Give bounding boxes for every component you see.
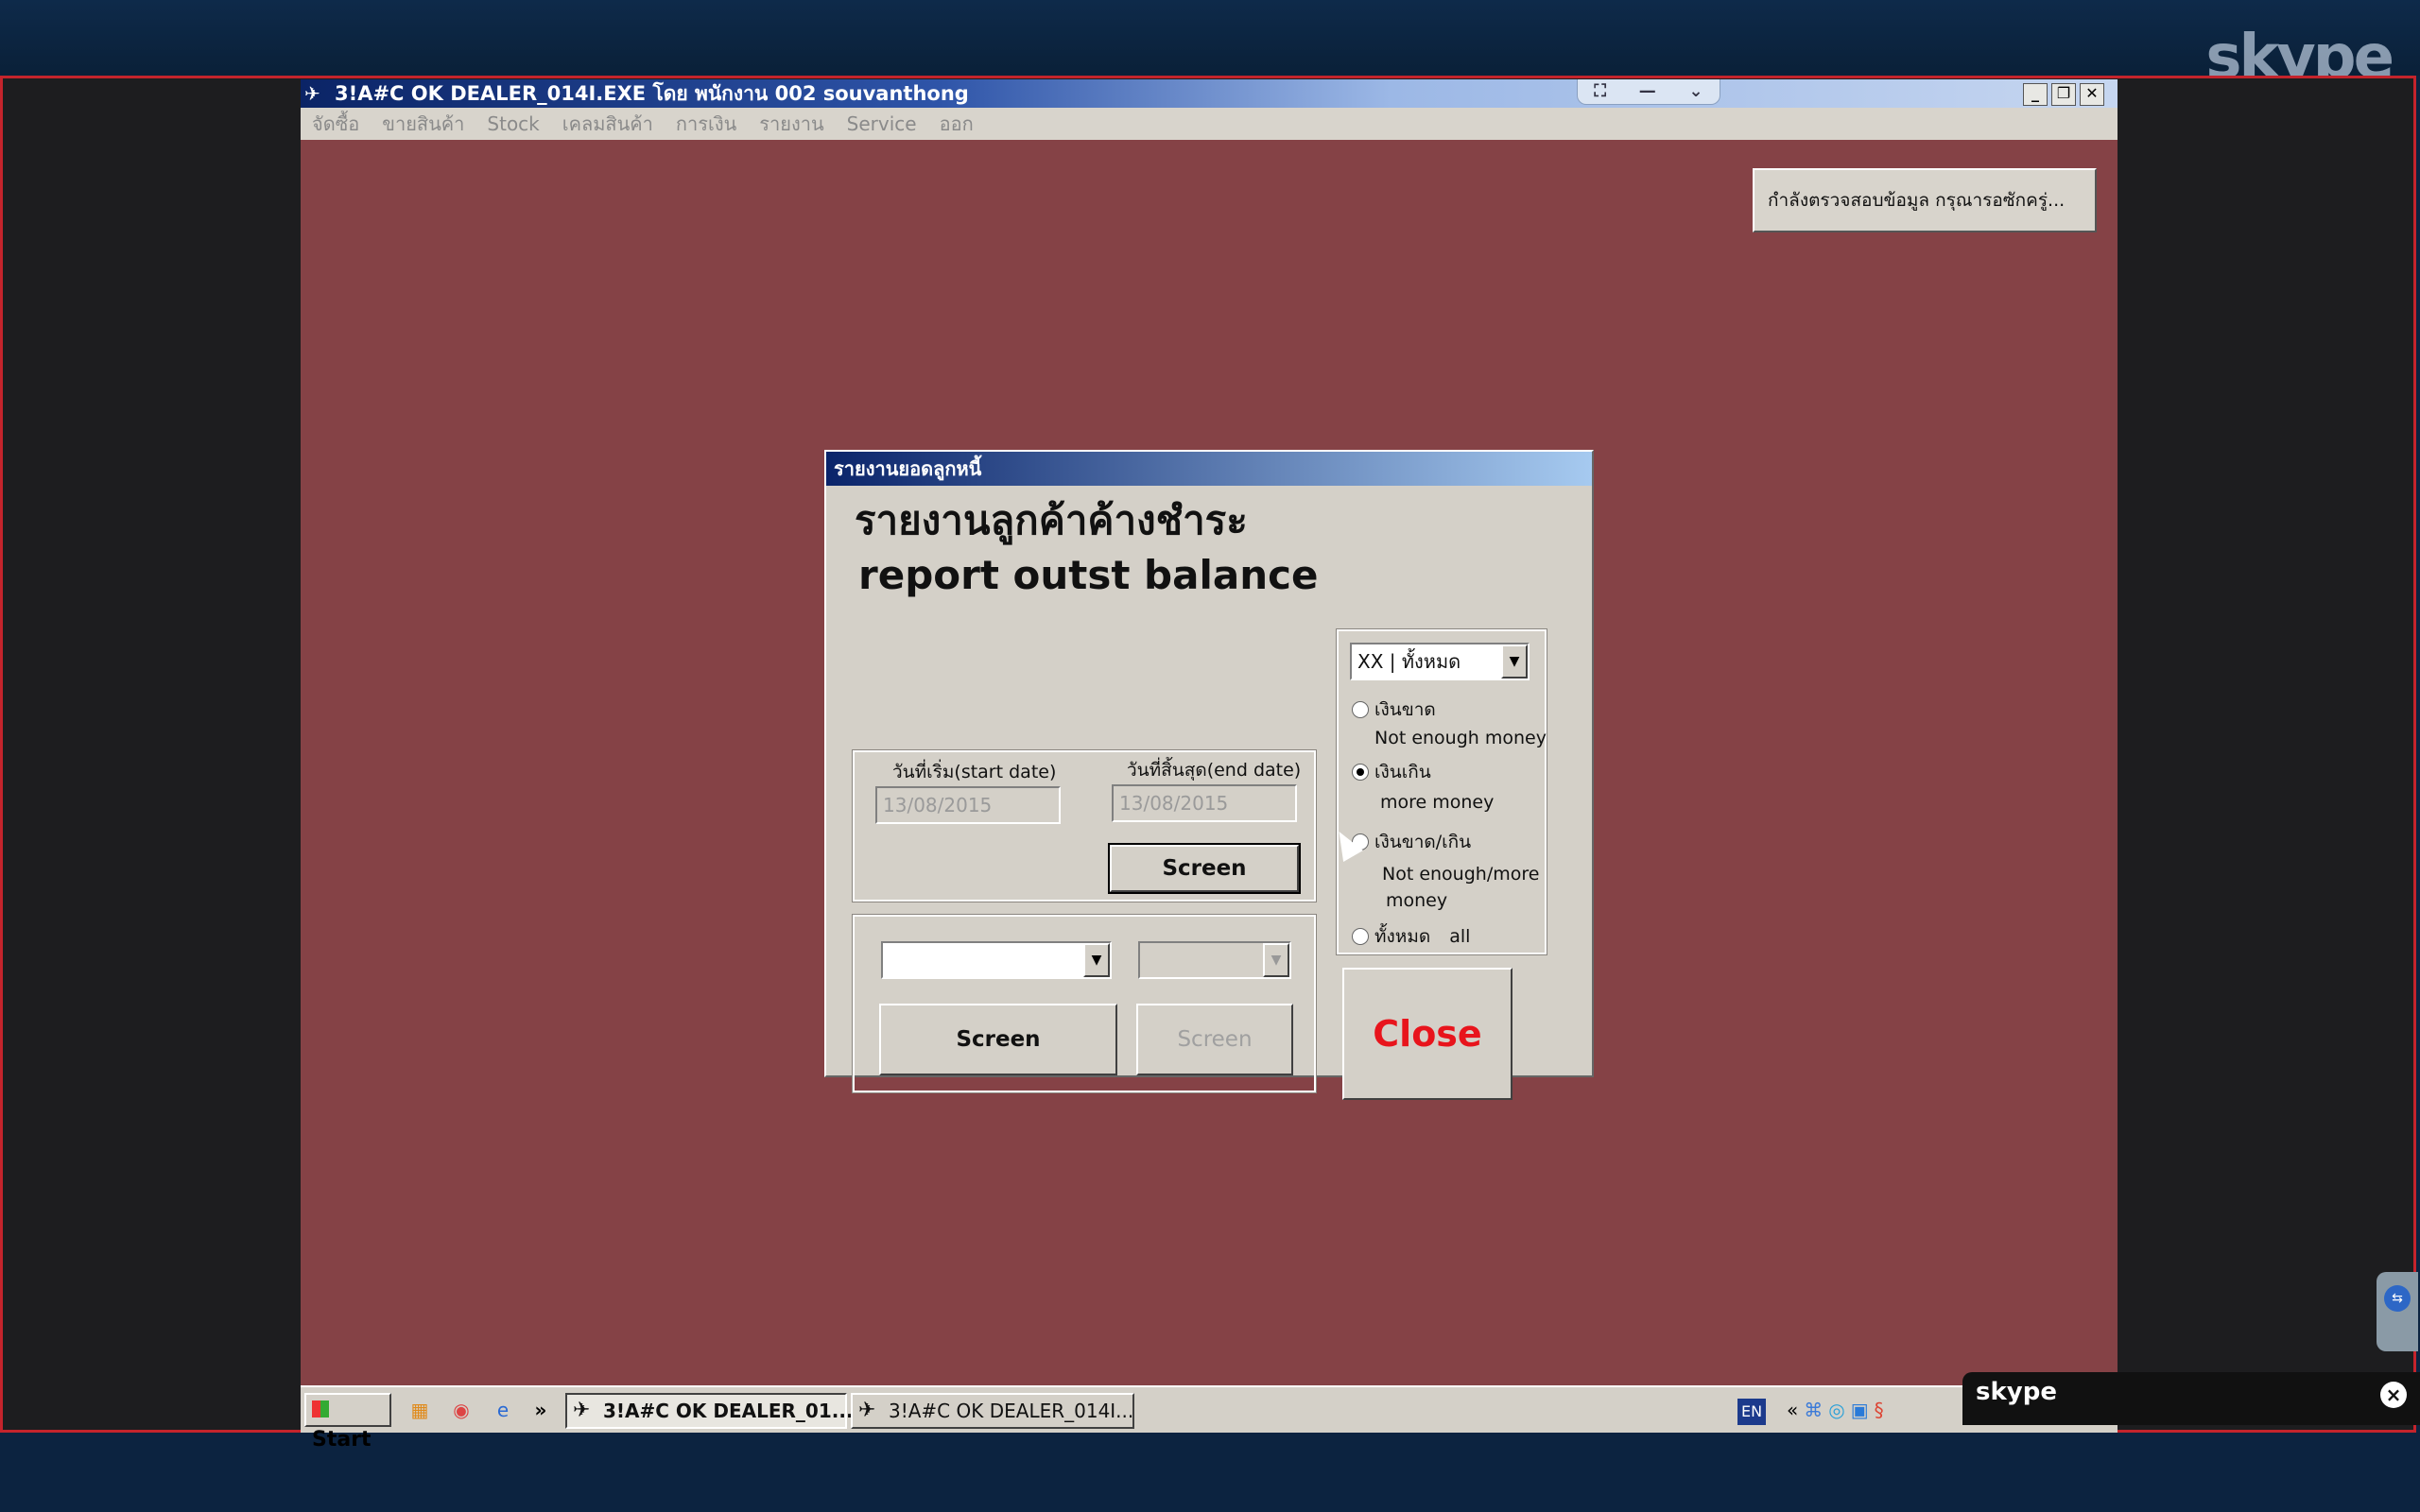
screen-button-2[interactable]: Screen (1136, 1004, 1293, 1075)
app-bird-icon: ✈ (304, 82, 320, 105)
status-message: กำลังตรวจสอบข้อมูล กรุณารอซักครู่... (1753, 168, 2097, 232)
menu-item-purchase[interactable]: จัดซื้อ (312, 109, 359, 139)
skype-mini-bar: skype × (1962, 1372, 2420, 1425)
system-tray: « ⌘ ◎ ▣ § (1787, 1397, 1884, 1423)
window-controls: _ ❐ ✕ (2023, 83, 2104, 106)
chevron-down-icon[interactable]: ⌄ (1689, 77, 1703, 106)
app-bird-icon: ✈ (858, 1399, 876, 1422)
window-title: 3!A#C OK DEALER_014I.EXE โดย พนักงาน 002… (335, 82, 969, 105)
teamviewer-toolbar: ⛶ — ⌄ (1577, 79, 1720, 105)
remote-desktop: ✈ 3!A#C OK DEALER_014I.EXE โดย พนักงาน 0… (301, 79, 2418, 1433)
radio-label-en: all (1449, 926, 1471, 947)
chevron-down-icon[interactable]: ▼ (1083, 943, 1110, 977)
tray-teamviewer-icon[interactable]: ◎ (1828, 1397, 1844, 1423)
start-date-label: วันที่เริ่ม(start date) (892, 762, 1057, 782)
radio-label-en-2: money (1386, 890, 1448, 911)
radio-more-money[interactable]: เงินเกิน (1352, 758, 1431, 786)
close-icon[interactable]: × (2380, 1382, 2407, 1408)
menu-bar: จัดซื้อ ขายสินค้า Stock เคลมสินค้า การเง… (301, 108, 2118, 140)
menu-item-finance[interactable]: การเงิน (676, 109, 736, 139)
screen-button-1[interactable]: Screen (879, 1004, 1117, 1075)
close-window-button[interactable]: ✕ (2080, 83, 2104, 106)
radio-label-en: Not enough money (1374, 728, 1547, 748)
radio-label-en: Not enough/more (1382, 864, 1540, 885)
report-dialog: รายงานยอดลูกหนี้ รายงานลูกค้าค้างชำระ re… (824, 450, 1594, 1100)
minimize-button[interactable]: _ (2023, 83, 2048, 106)
teamviewer-icon[interactable]: ⇆ (2384, 1285, 2411, 1312)
language-indicator[interactable]: EN (1737, 1399, 1766, 1425)
taskbar-item-dealer-2[interactable]: ✈ 3!A#C OK DEALER_014I... (851, 1393, 1134, 1429)
tray-network-icon[interactable]: ⌘ (1804, 1397, 1823, 1423)
dialog-title: รายงานยอดลูกหนี้ (826, 452, 1592, 486)
heading-thai: รายงานลูกค้าค้างชำระ (855, 497, 1248, 543)
radio-label-th: เงินขาด/เกิน (1374, 832, 1472, 852)
close-button[interactable]: Close (1342, 968, 1512, 1100)
tray-monitor-icon[interactable]: ▣ (1851, 1397, 1869, 1423)
radio-circle[interactable] (1352, 928, 1369, 945)
tray-overflow[interactable]: « (1787, 1397, 1798, 1423)
filter-combo[interactable]: XX | ทั้งหมด ▼ (1350, 643, 1530, 680)
menu-item-exit[interactable]: ออก (940, 109, 974, 139)
taskbar-item-dealer-1[interactable]: ✈ 3!A#C OK DEALER_01... (565, 1393, 854, 1429)
start-label: Start (312, 1428, 372, 1452)
app-title-bar: ✈ 3!A#C OK DEALER_014I.EXE โดย พนักงาน 0… (301, 79, 2118, 108)
menu-item-stock[interactable]: Stock (487, 112, 539, 135)
skype-logo: skype (1976, 1378, 2057, 1406)
minimize-icon[interactable]: — (1639, 77, 1656, 106)
heading-english: report outst balance (858, 552, 1319, 598)
end-date-label: วันที่สิ้นสุด(end date) (1127, 760, 1302, 781)
radio-label-th: ทั้งหมด (1374, 926, 1431, 947)
selection-combo-2[interactable]: ▼ (1138, 941, 1291, 979)
chrome-icon[interactable]: ◉ (448, 1397, 475, 1423)
quicklaunch-app-icon[interactable]: ▦ (406, 1397, 433, 1423)
filter-combo-value: XX | ทั้งหมด (1357, 650, 1461, 673)
quicklaunch-overflow[interactable]: » (527, 1397, 554, 1423)
radio-all[interactable]: ทั้งหมด all (1352, 922, 1470, 951)
radio-label-en: more money (1380, 792, 1495, 813)
screen-button-date[interactable]: Screen (1108, 843, 1301, 894)
teamviewer-side-panel[interactable]: ⇆ (2377, 1272, 2418, 1351)
app-bird-icon: ✈ (573, 1399, 591, 1422)
windows-flag-icon (312, 1400, 329, 1418)
chevron-down-icon[interactable]: ▼ (1263, 943, 1289, 977)
skype-header: skype (0, 0, 2420, 93)
radio-not-enough-more[interactable]: เงินขาด/เกิน (1352, 828, 1471, 856)
restore-button[interactable]: ❐ (2051, 83, 2076, 106)
task-label: 3!A#C OK DEALER_01... (603, 1400, 854, 1422)
radio-circle[interactable] (1352, 701, 1369, 718)
ie-icon[interactable]: e (490, 1397, 516, 1423)
radio-not-enough[interactable]: เงินขาด (1352, 696, 1436, 724)
tray-app-icon[interactable]: § (1875, 1397, 1884, 1423)
task-label: 3!A#C OK DEALER_014I... (889, 1400, 1134, 1422)
menu-item-report[interactable]: รายงาน (759, 109, 823, 139)
radio-label-th: เงินขาด (1374, 699, 1436, 720)
radio-circle-checked[interactable] (1352, 764, 1369, 781)
menu-item-service[interactable]: Service (847, 112, 917, 135)
radio-label-th: เงินเกิน (1374, 762, 1431, 782)
start-date-field[interactable]: 13/08/2015 (875, 786, 1061, 824)
chevron-down-icon[interactable]: ▼ (1501, 644, 1528, 679)
start-button[interactable]: Start (304, 1393, 391, 1452)
fullscreen-icon[interactable]: ⛶ (1594, 77, 1606, 106)
taskbar: Start ▦ ◉ e » ✈ 3!A#C OK DEALER_01... ✈ 3!… (301, 1385, 2118, 1452)
menu-item-claim[interactable]: เคลมสินค้า (562, 109, 653, 139)
menu-item-sales[interactable]: ขายสินค้า (382, 109, 464, 139)
end-date-field[interactable]: 13/08/2015 (1112, 784, 1297, 822)
selection-combo-1[interactable]: ▼ (881, 941, 1112, 979)
